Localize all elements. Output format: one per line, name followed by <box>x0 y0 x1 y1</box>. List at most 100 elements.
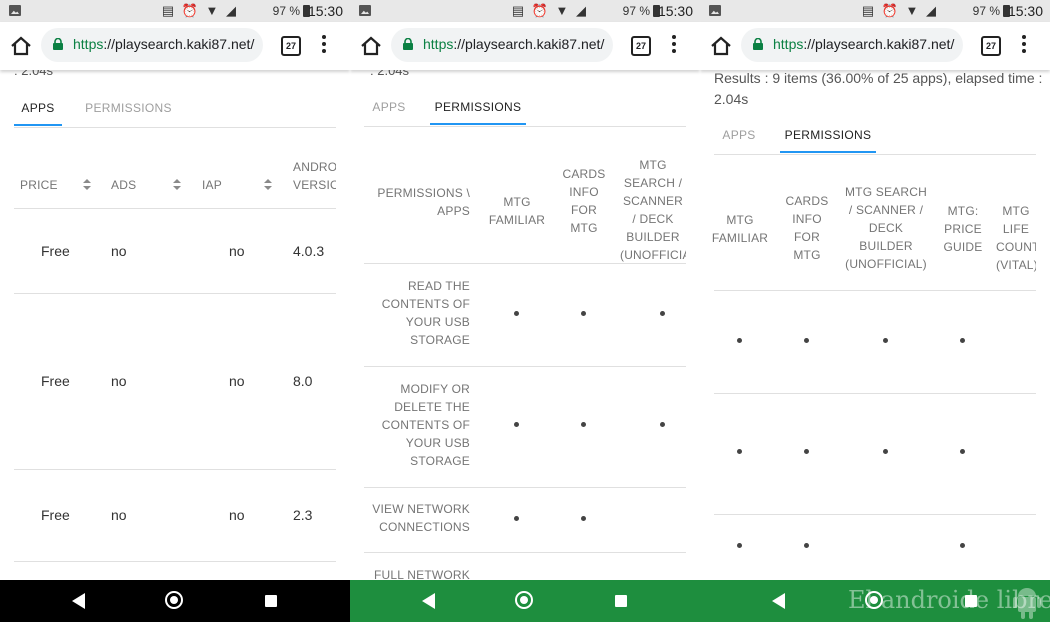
row-divider <box>364 263 686 264</box>
battery-percent: 97 % <box>622 4 650 18</box>
home-icon[interactable] <box>360 36 382 56</box>
header-app: CARDS INFO FOR MTG <box>785 194 829 262</box>
granted-dot <box>737 449 742 454</box>
row-divider <box>364 487 686 488</box>
header-ads[interactable]: ADS <box>111 176 136 194</box>
browser-toolbar: https://playsearch.kaki87.net/ 27 <box>700 22 1050 70</box>
system-nav-bar <box>0 580 350 622</box>
url-bar[interactable]: https://playsearch.kaki87.net/ <box>391 28 613 62</box>
header-android-version[interactable]: ANDROID VERSION <box>293 158 336 194</box>
clock: 15:30 <box>1007 3 1043 19</box>
granted-dot <box>804 338 809 343</box>
url-bar[interactable]: https://playsearch.kaki87.net/ <box>41 28 263 62</box>
tab-switcher-button[interactable]: 27 <box>281 36 301 56</box>
sort-icon[interactable] <box>264 179 272 191</box>
home-icon[interactable] <box>710 36 732 56</box>
status-bar: ▤ ⏰ ▼ ◢ 97 % 15:30 <box>0 0 350 22</box>
page-content: Results : 9 items (36.00% of 25 apps), e… <box>700 70 1050 580</box>
tab-permissions[interactable]: PERMISSIONS <box>76 91 181 126</box>
url-host: ://playsearch.kaki87.net/ <box>103 36 255 52</box>
sort-icon[interactable] <box>83 179 91 191</box>
results-summary: Results : 9 items (36.00% of 25 apps), e… <box>714 70 1043 107</box>
home-nav-icon[interactable] <box>515 591 533 609</box>
back-icon[interactable] <box>422 593 435 609</box>
url-text: https://playsearch.kaki87.net/ <box>773 36 954 52</box>
tab-switcher-button[interactable]: 27 <box>981 36 1001 56</box>
elapsed-time-text: : 2.04s <box>14 70 54 78</box>
row-divider <box>714 393 1036 394</box>
ads-cell: no <box>111 243 127 259</box>
version-cell: 2.3 <box>293 507 313 523</box>
url-scheme: https <box>73 36 104 52</box>
tab-apps[interactable]: APPS <box>14 91 62 126</box>
gallery-notification-icon <box>359 5 371 16</box>
screenshot-collage: ▤ ⏰ ▼ ◢ 97 % 15:30 https://playsearch.ka… <box>0 0 1050 622</box>
header-app: CARDS INFO FOR MTG <box>562 167 606 235</box>
granted-dot <box>514 311 519 316</box>
overflow-menu-icon[interactable] <box>1022 35 1026 55</box>
gallery-notification-icon <box>9 5 21 16</box>
header-app: MTG SEARCH / SCANNER / DECK BUILDER (UNO… <box>620 158 686 262</box>
result-tabs: APPS PERMISSIONS <box>14 91 336 128</box>
header-app: MTG: PRICE GUIDE <box>943 204 983 254</box>
header-price[interactable]: PRICE <box>20 176 58 194</box>
ads-cell: no <box>111 507 127 523</box>
recents-icon[interactable] <box>615 595 627 607</box>
status-icons: ▤ ⏰ ▼ ◢ <box>511 3 588 18</box>
sort-icon[interactable] <box>173 179 181 191</box>
url-text: https://playsearch.kaki87.net/ <box>423 36 604 52</box>
tab-permissions[interactable]: PERMISSIONS <box>780 118 876 153</box>
row-divider <box>364 366 686 367</box>
screen-apps-tab: ▤ ⏰ ▼ ◢ 97 % 15:30 https://playsearch.ka… <box>0 0 350 622</box>
battery-percent: 97 % <box>972 4 1000 18</box>
lock-icon <box>753 38 763 50</box>
url-bar[interactable]: https://playsearch.kaki87.net/ <box>741 28 963 62</box>
tab-permissions[interactable]: PERMISSIONS <box>430 90 526 125</box>
back-icon[interactable] <box>72 593 85 609</box>
overflow-menu-icon[interactable] <box>322 35 326 55</box>
overflow-menu-icon[interactable] <box>672 35 676 55</box>
granted-dot <box>514 422 519 427</box>
tab-switcher-button[interactable]: 27 <box>631 36 651 56</box>
url-scheme: https <box>773 36 804 52</box>
header-permissions-apps: PERMISSIONS \ APPS <box>377 186 470 218</box>
lock-icon <box>403 38 413 50</box>
iap-cell: no <box>229 243 245 259</box>
lock-icon <box>53 38 63 50</box>
permission-label: VIEW NETWORK CONNECTIONS <box>372 502 470 534</box>
permission-label: MODIFY OR DELETE THE CONTENTS OF YOUR US… <box>381 382 470 468</box>
url-text: https://playsearch.kaki87.net/ <box>73 36 254 52</box>
system-nav-bar: El androide libre <box>700 580 1050 622</box>
price-cell: Free <box>41 373 70 389</box>
header-iap[interactable]: IAP <box>202 176 222 194</box>
granted-dot <box>960 543 965 548</box>
header-app: MTG FAMILIAR <box>711 213 769 245</box>
home-icon[interactable] <box>10 36 32 56</box>
status-icons: ▤ ⏰ ▼ ◢ <box>161 3 238 18</box>
iap-cell: no <box>229 373 245 389</box>
back-icon[interactable] <box>772 593 785 609</box>
iap-cell: no <box>229 507 245 523</box>
result-tabs: APPS PERMISSIONS <box>364 90 686 127</box>
tab-apps[interactable]: APPS <box>364 90 414 125</box>
system-nav-bar <box>350 580 700 622</box>
recents-icon[interactable] <box>265 595 277 607</box>
granted-dot <box>804 543 809 548</box>
granted-dot <box>660 422 665 427</box>
page-content: : 2.04s APPS PERMISSIONS PERMISSIONS \ A… <box>350 70 700 580</box>
version-cell: 8.0 <box>293 373 313 389</box>
row-divider <box>364 552 686 553</box>
granted-dot <box>883 338 888 343</box>
gallery-notification-icon <box>709 5 721 16</box>
header-app: MTG SEARCH / SCANNER / DECK BUILDER (UNO… <box>844 185 927 271</box>
permission-label: READ THE CONTENTS OF YOUR USB STORAGE <box>381 279 470 347</box>
android-robot-icon <box>1013 588 1041 619</box>
home-nav-icon[interactable] <box>165 591 183 609</box>
screen-permissions-tab: ▤ ⏰ ▼ ◢ 97 % 15:30 https://playsearch.ka… <box>350 0 700 622</box>
permission-label: FULL NETWORK ACCESS <box>374 568 470 580</box>
row-divider <box>14 469 336 470</box>
url-scheme: https <box>423 36 454 52</box>
tab-apps[interactable]: APPS <box>714 118 764 153</box>
granted-dot <box>660 311 665 316</box>
page-content: : 2.04s APPS PERMISSIONS PRICE ADS IAP A… <box>0 70 350 580</box>
